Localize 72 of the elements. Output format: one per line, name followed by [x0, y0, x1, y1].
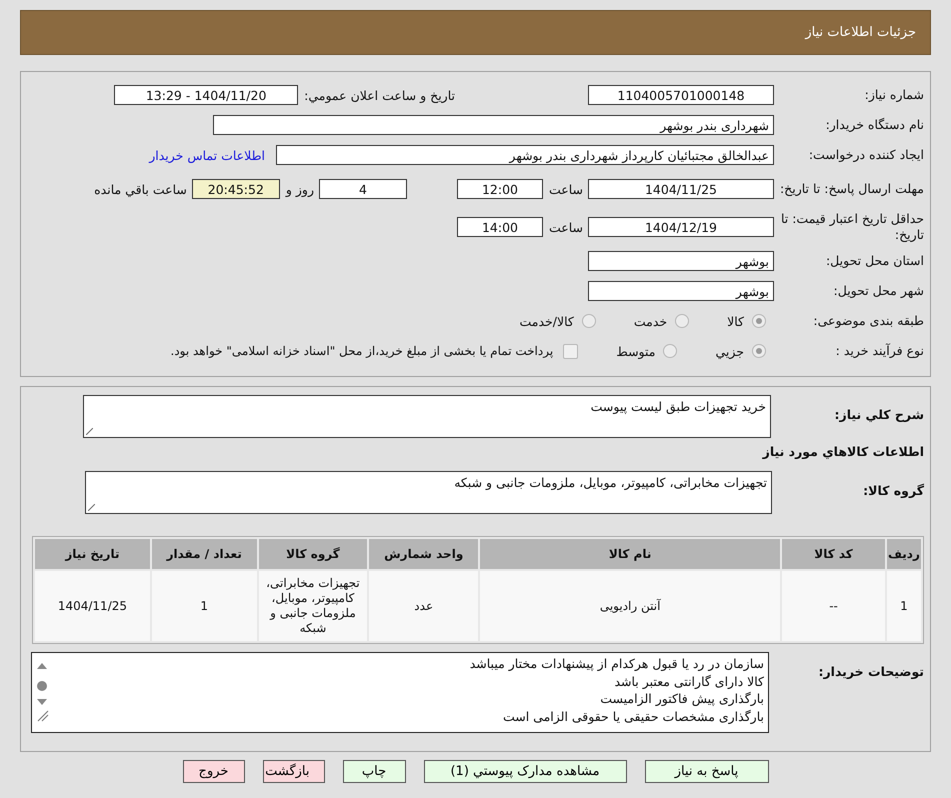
- field-label: جزيي: [715, 344, 744, 358]
- action-button[interactable]: مشاهده مدارک پیوستي (1): [424, 760, 626, 783]
- column-header: کد کالا: [782, 539, 885, 569]
- field-label: حداقل تاریخ اعتبار قیمت: تا تاریخ:: [780, 211, 924, 243]
- field-label: ایجاد کننده درخواست:: [808, 147, 924, 163]
- field-label: ساعت: [548, 182, 583, 196]
- text-area[interactable]: تجهیزات مخابراتی، کامپیوتر، موبایل، ملزومات جانبی و شبکه: [85, 471, 772, 514]
- note-line: سازمان در رد یا قبول هرکدام از پیشنهادات مختار میباشد: [468, 655, 764, 672]
- field-label: تاریخ و ساعت اعلان عمومي:: [304, 88, 455, 102]
- column-header: تاریخ نیاز: [35, 539, 150, 569]
- text-field[interactable]: 1404/11/20 - 13:29: [114, 85, 298, 105]
- text-field[interactable]: 12:00: [456, 179, 543, 199]
- field-label: پرداخت تمام یا بخشی از مبلغ خرید،از محل "اسناد خزانه اسلامی" خواهد بود.: [170, 344, 554, 358]
- radio-button[interactable]: [752, 314, 766, 328]
- field-label: نام دستگاه خریدار:: [824, 117, 924, 133]
- text-field[interactable]: 14:00: [456, 217, 543, 237]
- field-label: ساعت: [548, 220, 583, 234]
- section-heading: اطلاعات كالاهاي مورد نياز: [761, 444, 924, 459]
- action-button[interactable]: بازگشت: [262, 760, 324, 783]
- resize-grip-icon: [86, 428, 93, 435]
- field-label: شهر محل تحویل:: [832, 283, 924, 299]
- table-cell: 1404/11/25: [35, 571, 150, 641]
- column-header: تعداد / مقدار: [152, 539, 257, 569]
- radio-button[interactable]: [582, 314, 596, 328]
- column-header: ردیف: [886, 539, 921, 569]
- text-field[interactable]: بوشهر: [588, 251, 774, 271]
- note-line: بارگذاری پیش فاکتور الزامیست: [599, 690, 764, 708]
- field-label: گروه کالا:: [862, 482, 924, 499]
- text-field[interactable]: 1104005701000148: [588, 85, 774, 105]
- field-label: توضیحات خریدار:: [817, 663, 924, 680]
- checkbox[interactable]: [563, 344, 578, 358]
- notes-field[interactable]: سازمان در رد یا قبول هرکدام از پیشنهادات مختار میباشد کالا دارای گارانتی معتبر باشد بارگذاری پیش فاکتور الزامیست بارگذاری مشخصات حقیقی یا حقوقی الزامی است: [31, 652, 769, 733]
- field-label: شماره نیاز:: [864, 87, 924, 103]
- column-header: نام کالا: [480, 539, 780, 569]
- field-label: استان محل تحویل:: [824, 253, 924, 269]
- note-line: بارگذاری مشخصات حقیقی یا حقوقی الزامی است: [502, 708, 764, 725]
- action-button[interactable]: چاپ: [342, 760, 406, 783]
- field-label: طبقه بندی موضوعی:: [812, 313, 924, 329]
- field-label: خدمت: [634, 314, 668, 328]
- action-button[interactable]: پاسخ به نیاز: [644, 760, 768, 783]
- table-cell: 1: [886, 571, 921, 641]
- field-label: روز و: [286, 182, 314, 196]
- page-title: جزئیات اطلاعات نیاز: [805, 25, 916, 40]
- text-area[interactable]: خرید تجهیزات طبق لیست پیوست: [83, 395, 771, 438]
- radio-button[interactable]: [663, 344, 678, 358]
- field-label: کالا: [727, 314, 744, 328]
- column-header: گروه کالا: [258, 539, 368, 569]
- field-label: کالا/خدمت: [519, 314, 574, 328]
- radio-button[interactable]: [752, 344, 766, 358]
- text-field[interactable]: 4: [318, 179, 407, 199]
- table-cell: تجهیزات مخابراتی، کامپیوتر، موبایل، ملزومات جانبی و شبکه: [258, 571, 368, 641]
- text-field[interactable]: 20:45:52: [192, 179, 280, 199]
- contact-link[interactable]: اطلاعات تماس خریدار: [149, 148, 265, 162]
- field-label: شرح كلي نياز:: [834, 406, 924, 423]
- text-field[interactable]: شهرداری بندر بوشهر: [213, 115, 774, 135]
- table-cell: 1: [152, 571, 257, 641]
- note-line: کالا دارای گارانتی معتبر باشد: [613, 672, 764, 690]
- action-button[interactable]: خروج: [182, 760, 244, 783]
- text-field[interactable]: 1404/12/19: [588, 217, 774, 237]
- field-label: مهلت ارسال پاسخ: تا تاریخ:: [778, 181, 924, 197]
- text-field[interactable]: 1404/11/25: [588, 179, 774, 199]
- field-label: ساعت باقي مانده: [94, 182, 187, 196]
- text-field[interactable]: بوشهر: [588, 281, 774, 301]
- table-cell: عدد: [369, 571, 478, 641]
- field-label: متوسط: [616, 344, 656, 358]
- field-label: نوع فرآیند خرید :: [834, 343, 924, 359]
- text-field[interactable]: عبدالخالق مجتبائیان کارپرداز شهرداری بندر بوشهر: [276, 145, 774, 165]
- table-cell: آنتن رادیویی: [480, 571, 780, 641]
- resize-grip-icon: [88, 504, 95, 511]
- table-cell: --: [782, 571, 885, 641]
- radio-button[interactable]: [675, 314, 690, 328]
- column-header: واحد شمارش: [369, 539, 478, 569]
